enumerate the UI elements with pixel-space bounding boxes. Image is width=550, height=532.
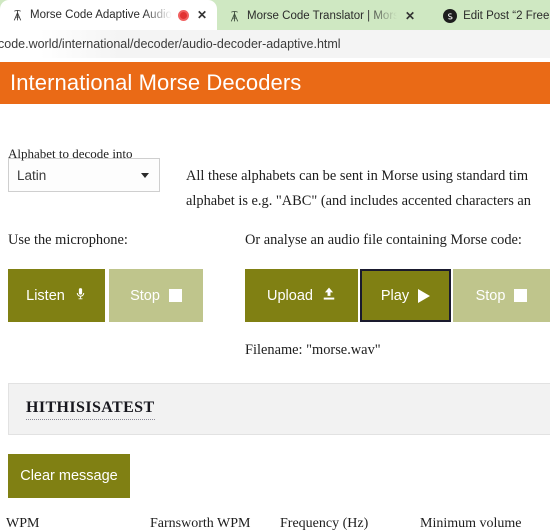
microphone-label: Use the microphone: bbox=[8, 232, 128, 248]
play-button-label: Play bbox=[380, 287, 410, 304]
url-text: code.world/international/decoder/audio-d… bbox=[0, 37, 341, 51]
stop-microphone-button[interactable]: Stop bbox=[109, 269, 203, 322]
clear-message-button-label: Clear message bbox=[20, 468, 118, 484]
intro-line-2: alphabet is e.g. "ABC" (and includes acc… bbox=[186, 193, 531, 209]
decoded-message-text: HITHISISATEST bbox=[26, 399, 155, 420]
tab-close-icon[interactable]: ✕ bbox=[195, 9, 209, 21]
parameter-frequency-label: Frequency (Hz) bbox=[280, 516, 369, 531]
browser-tab-3-title: Edit Post “2 Free Onli bbox=[463, 10, 550, 22]
parameter-minimum-volume-label: Minimum volume bbox=[420, 516, 522, 531]
browser-chrome: Morse Code Adaptive Audio ✕ Morse Code T… bbox=[0, 0, 550, 58]
parameters-row: WPM 22 Farnsworth WPM 18 Frequency (Hz) … bbox=[0, 516, 550, 532]
antenna-tower-icon bbox=[227, 9, 241, 23]
browser-tabstrip: Morse Code Adaptive Audio ✕ Morse Code T… bbox=[0, 0, 550, 30]
page-content: Alphabet to decode into International Mo… bbox=[0, 58, 550, 532]
parameter-frequency: Frequency (Hz) 375 bbox=[280, 516, 408, 532]
filename-text: Filename: "morse.wav" bbox=[245, 342, 381, 358]
alphabet-label: Alphabet to decode into bbox=[8, 146, 133, 161]
parameter-minimum-volume: Minimum volume -60 bbox=[420, 516, 538, 532]
listen-button-label: Listen bbox=[26, 287, 65, 304]
stop-square-icon bbox=[168, 289, 182, 302]
upload-icon bbox=[322, 286, 336, 305]
stop-microphone-button-label: Stop bbox=[130, 287, 160, 304]
clear-message-button[interactable]: Clear message bbox=[8, 454, 130, 498]
parameter-wpm: WPM 22 bbox=[6, 516, 138, 532]
tab-recording-indicator-icon bbox=[177, 9, 189, 21]
upload-button[interactable]: Upload bbox=[245, 269, 358, 322]
site-header: International Morse Decoders bbox=[0, 62, 550, 104]
chevron-down-icon bbox=[141, 172, 149, 178]
globe-icon bbox=[443, 9, 458, 23]
decoded-message-box: HITHISISATEST bbox=[8, 383, 550, 435]
browser-address-bar[interactable]: code.world/international/decoder/audio-d… bbox=[0, 30, 550, 58]
intro-paragraph: All these alphabets can be sent in Morse… bbox=[186, 164, 550, 214]
parameter-farnsworth-wpm-label: Farnsworth WPM bbox=[150, 516, 251, 531]
play-triangle-icon bbox=[418, 288, 431, 303]
browser-tab-1-title: Morse Code Adaptive Audio bbox=[30, 9, 172, 21]
browser-tab-2-title: Morse Code Translator | Morse C bbox=[247, 10, 397, 22]
browser-tab-2[interactable]: Morse Code Translator | Morse C ✕ bbox=[217, 2, 425, 30]
tab-close-icon[interactable]: ✕ bbox=[403, 10, 417, 22]
audiofile-label: Or analyse an audio file containing Mors… bbox=[245, 232, 522, 248]
parameter-wpm-label: WPM bbox=[6, 516, 40, 531]
alphabet-select[interactable]: Latin bbox=[8, 158, 160, 192]
page-title: International Morse Decoders bbox=[10, 70, 302, 95]
alphabet-select-value: Latin bbox=[17, 167, 47, 183]
microphone-icon bbox=[74, 285, 87, 306]
browser-tab-1[interactable]: Morse Code Adaptive Audio ✕ bbox=[0, 0, 217, 30]
upload-button-label: Upload bbox=[267, 287, 313, 304]
intro-line-1: All these alphabets can be sent in Morse… bbox=[186, 168, 529, 184]
antenna-tower-icon bbox=[10, 8, 24, 22]
play-button[interactable]: Play bbox=[360, 269, 451, 322]
stop-playback-button[interactable]: Stop bbox=[453, 269, 550, 322]
stop-square-icon bbox=[514, 289, 528, 302]
browser-tab-3[interactable]: Edit Post “2 Free Onli bbox=[433, 2, 550, 30]
stop-playback-button-label: Stop bbox=[475, 287, 506, 304]
listen-button[interactable]: Listen bbox=[8, 269, 105, 322]
parameter-farnsworth-wpm: Farnsworth WPM 18 bbox=[150, 516, 268, 532]
